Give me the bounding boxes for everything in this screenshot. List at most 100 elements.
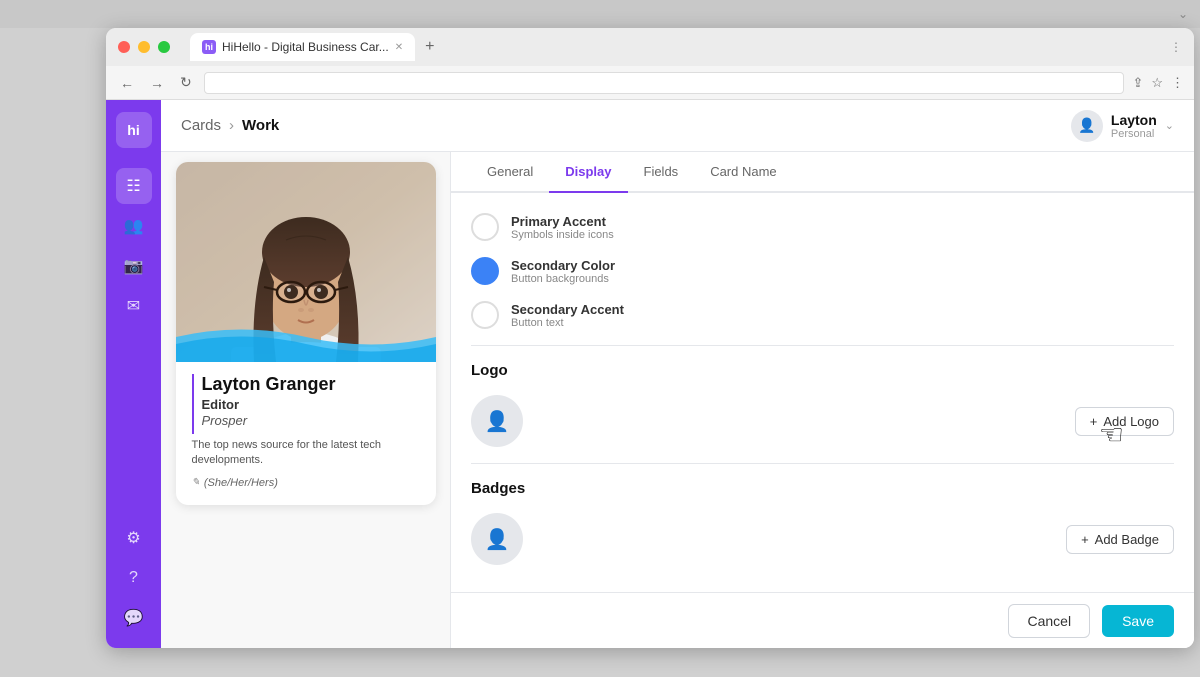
sidebar-item-chat[interactable]: 💬 (116, 600, 152, 636)
gallery-icon: 📷 (124, 256, 144, 276)
tab-card-name[interactable]: Card Name (694, 152, 792, 191)
more-icon[interactable]: ⋮ (1171, 75, 1184, 91)
browser-window: hi HiHello - Digital Business Car... ✕ +… (106, 28, 1194, 648)
card-description: The top news source for the latest tech … (192, 438, 420, 469)
secondary-color-labels: Secondary Color Button backgrounds (511, 258, 615, 285)
user-menu-chevron-icon: ⌄ (1165, 119, 1174, 132)
save-button[interactable]: Save (1102, 605, 1174, 637)
card-pronouns: ✎ (She/Her/Hers) (192, 477, 420, 489)
add-logo-label: Add Logo (1103, 414, 1159, 429)
toolbar-icons: ⇪ ☆ ⋮ (1132, 75, 1184, 91)
share-icon[interactable]: ⇪ (1132, 75, 1143, 91)
secondary-color-sublabel: Button backgrounds (511, 273, 615, 285)
address-bar[interactable] (204, 72, 1125, 94)
logo-section-title: Logo (471, 362, 1174, 379)
user-info: Layton Personal (1111, 112, 1157, 140)
secondary-accent-label: Secondary Accent (511, 302, 624, 317)
primary-accent-swatch[interactable] (471, 213, 499, 241)
card-company: Prosper (202, 413, 420, 428)
close-window-button[interactable] (118, 41, 130, 53)
main-content: Cards › Work 👤 Layton Personal ⌄ (161, 100, 1194, 648)
maximize-window-button[interactable] (158, 41, 170, 53)
sidebar-item-contacts[interactable]: 👥 (116, 208, 152, 244)
add-badge-icon: + (1081, 532, 1089, 547)
card-accent-bar (192, 374, 194, 434)
badge-placeholder: 👤 (471, 513, 523, 565)
primary-accent-sublabel: Symbols inside icons (511, 229, 614, 241)
settings-icon: ⚙ (126, 528, 140, 548)
chat-icon: 💬 (124, 608, 144, 628)
secondary-color-label: Secondary Color (511, 258, 615, 273)
badges-section-title: Badges (471, 480, 1174, 497)
pronoun-icon: ✎ (192, 477, 200, 488)
tab-favicon: hi (202, 40, 216, 54)
card-photo (176, 162, 436, 362)
secondary-color-swatch[interactable] (471, 257, 499, 285)
section-divider-1 (471, 345, 1174, 346)
user-role: Personal (1111, 128, 1157, 140)
tab-close-button[interactable]: ✕ (395, 42, 403, 53)
mac-desktop: ⌄ hi HiHello - Digital Business Car... ✕… (0, 0, 1200, 677)
user-menu[interactable]: 👤 Layton Personal ⌄ (1071, 110, 1174, 142)
pronouns-text: (She/Her/Hers) (204, 477, 278, 489)
secondary-accent-swatch[interactable] (471, 301, 499, 329)
app-layout: hi ☷ 👥 📷 ✉ ⚙ ? (106, 100, 1194, 648)
browser-menu-icon[interactable]: ⋮ (1170, 40, 1182, 54)
forward-button[interactable]: → (146, 71, 168, 95)
add-logo-button[interactable]: + Add Logo (1075, 407, 1174, 436)
card-name: Layton Granger (202, 374, 420, 395)
sidebar-item-help[interactable]: ? (116, 560, 152, 596)
breadcrumb: Cards › Work (181, 117, 279, 134)
sidebar: hi ☷ 👥 📷 ✉ ⚙ ? (106, 100, 161, 648)
reload-button[interactable]: ↻ (176, 70, 196, 95)
sidebar-item-settings[interactable]: ⚙ (116, 520, 152, 556)
breadcrumb-parent[interactable]: Cards (181, 117, 221, 134)
browser-titlebar: hi HiHello - Digital Business Car... ✕ +… (106, 28, 1194, 66)
user-avatar: 👤 (1071, 110, 1103, 142)
help-icon: ? (129, 569, 138, 587)
sidebar-item-cards[interactable]: ☷ (116, 168, 152, 204)
avatar-icon: 👤 (1078, 117, 1095, 134)
tab-bar: hi HiHello - Digital Business Car... ✕ + (190, 33, 1162, 61)
primary-accent-option: Primary Accent Symbols inside icons (471, 213, 1174, 241)
breadcrumb-current: Work (242, 117, 279, 134)
business-card: Layton Granger Editor Prosper The top ne… (176, 162, 436, 505)
contacts-icon: 👥 (124, 216, 144, 236)
browser-toolbar: ← → ↻ ⇪ ☆ ⋮ (106, 66, 1194, 100)
add-badge-button[interactable]: + Add Badge (1066, 525, 1174, 554)
card-header-image (176, 162, 436, 362)
primary-accent-label: Primary Accent (511, 214, 614, 229)
add-badge-label: Add Badge (1095, 532, 1159, 547)
panel-content: Primary Accent Symbols inside icons Seco… (451, 193, 1194, 592)
tab-fields[interactable]: Fields (628, 152, 695, 191)
add-logo-icon: + (1090, 414, 1098, 429)
card-name-section: Layton Granger Editor Prosper (192, 374, 420, 428)
browser-tab-active[interactable]: hi HiHello - Digital Business Car... ✕ (190, 33, 415, 61)
app-logo[interactable]: hi (116, 112, 152, 148)
new-tab-button[interactable]: + (419, 36, 440, 58)
right-panel: General Display Fields Card Name (451, 152, 1194, 648)
badges-row: 👤 + Add Badge (471, 513, 1174, 565)
mac-topbar: ⌄ (0, 0, 1200, 28)
panel-footer: Cancel Save (451, 592, 1194, 648)
logo-placeholder: 👤 (471, 395, 523, 447)
back-button[interactable]: ← (116, 71, 138, 95)
sidebar-item-mail[interactable]: ✉ (116, 288, 152, 324)
tab-general[interactable]: General (471, 152, 549, 191)
tab-title: HiHello - Digital Business Car... (222, 40, 389, 54)
secondary-accent-sublabel: Button text (511, 317, 624, 329)
minimize-window-button[interactable] (138, 41, 150, 53)
card-body: Layton Granger Editor Prosper The top ne… (176, 362, 436, 505)
logo-row: 👤 + Add Logo (471, 395, 1174, 447)
cancel-button[interactable]: Cancel (1008, 604, 1090, 638)
breadcrumb-separator: › (229, 117, 234, 134)
top-bar: Cards › Work 👤 Layton Personal ⌄ (161, 100, 1194, 152)
secondary-accent-option: Secondary Accent Button text (471, 301, 1174, 329)
user-name: Layton (1111, 112, 1157, 128)
card-job-title: Editor (202, 397, 420, 412)
sidebar-item-gallery[interactable]: 📷 (116, 248, 152, 284)
bookmark-icon[interactable]: ☆ (1151, 75, 1163, 91)
tab-display[interactable]: Display (549, 152, 627, 191)
logo-avatar-icon: 👤 (485, 409, 510, 434)
mail-icon: ✉ (127, 296, 140, 316)
